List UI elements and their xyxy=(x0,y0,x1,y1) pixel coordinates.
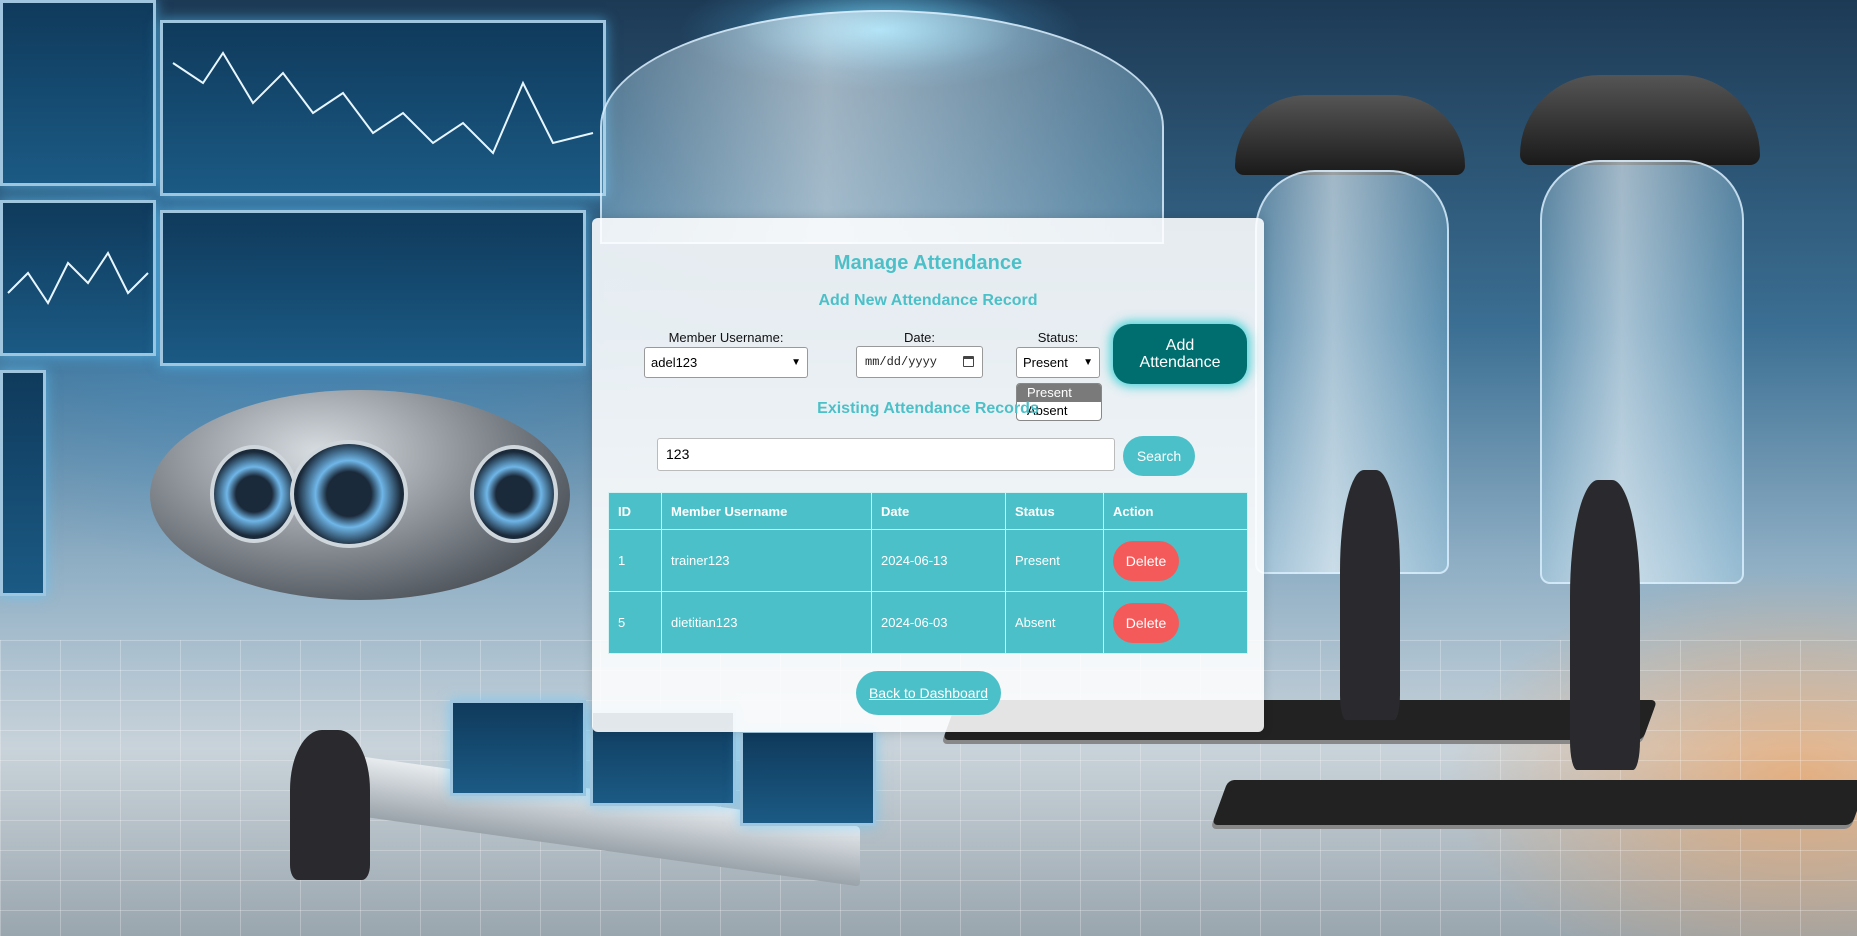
date-placeholder: mm/dd/yyyy xyxy=(865,355,938,369)
date-label: Date: xyxy=(903,330,936,345)
bg-monitor xyxy=(0,370,46,596)
tube-cap xyxy=(1235,95,1465,175)
robot-eye xyxy=(290,440,408,548)
desk-monitor xyxy=(450,700,586,796)
add-section-title: Add New Attendance Record xyxy=(818,292,1038,309)
calendar-icon[interactable] xyxy=(963,356,974,367)
operator-figure xyxy=(290,730,370,880)
back-to-dashboard-link[interactable]: Back to Dashboard xyxy=(856,671,1001,715)
add-attendance-button[interactable]: Add Attendance xyxy=(1113,324,1247,384)
cell-status: Present xyxy=(1005,529,1104,592)
date-input[interactable]: mm/dd/yyyy xyxy=(856,346,983,378)
robot-eye xyxy=(470,445,558,543)
attendance-table: ID Member Username Date Status Action 1 … xyxy=(608,492,1248,654)
status-select[interactable]: Present ▼ xyxy=(1016,347,1100,378)
search-button[interactable]: Search xyxy=(1123,436,1195,476)
cell-id: 1 xyxy=(608,529,662,592)
bg-monitor xyxy=(0,200,156,356)
column-header-id: ID xyxy=(608,492,662,530)
cell-username: dietitian123 xyxy=(661,591,872,654)
member-username-label: Member Username: xyxy=(668,330,784,345)
column-header-date: Date xyxy=(871,492,1006,530)
table-row: 1 trainer123 2024-06-13 Present Delete xyxy=(608,529,1248,592)
bg-monitor xyxy=(0,0,156,186)
column-header-action: Action xyxy=(1103,492,1248,530)
delete-button[interactable]: Delete xyxy=(1113,602,1179,643)
column-header-status: Status xyxy=(1005,492,1104,530)
chevron-down-icon: ▼ xyxy=(791,357,801,368)
cell-date: 2024-06-13 xyxy=(871,529,1006,592)
cell-action: Delete xyxy=(1103,529,1248,592)
search-input[interactable]: 123 xyxy=(657,438,1115,471)
cell-status: Absent xyxy=(1005,591,1104,654)
glass-tube xyxy=(1540,160,1744,584)
attendance-panel: Manage Attendance Add New Attendance Rec… xyxy=(592,218,1264,732)
treadmill xyxy=(1211,780,1857,825)
column-header-username: Member Username xyxy=(661,492,872,530)
cell-action: Delete xyxy=(1103,591,1248,654)
cell-username: trainer123 xyxy=(661,529,872,592)
member-username-value: adel123 xyxy=(651,355,698,370)
delete-button[interactable]: Delete xyxy=(1113,540,1179,581)
hologram-tube xyxy=(600,10,1164,244)
cell-id: 5 xyxy=(608,591,662,654)
bg-monitor xyxy=(160,210,586,366)
cell-date: 2024-06-03 xyxy=(871,591,1006,654)
bg-monitor-chart xyxy=(160,20,606,196)
runner-figure xyxy=(1570,480,1640,770)
status-value: Present xyxy=(1023,355,1068,370)
robot-eye xyxy=(210,445,298,543)
table-row: 5 dietitian123 2024-06-03 Absent Delete xyxy=(608,591,1248,654)
existing-section-title: Existing Attendance Records xyxy=(817,400,1039,417)
status-label: Status: xyxy=(1037,330,1079,345)
chevron-down-icon: ▼ xyxy=(1083,357,1093,368)
table-header-row: ID Member Username Date Status Action xyxy=(608,492,1248,530)
desk-monitor xyxy=(740,730,876,826)
runner-figure xyxy=(1340,470,1400,720)
member-username-select[interactable]: adel123 ▼ xyxy=(644,347,808,378)
tube-cap xyxy=(1520,75,1760,165)
page-title: Manage Attendance xyxy=(833,252,1023,274)
add-attendance-label: Add Attendance xyxy=(1139,337,1221,371)
